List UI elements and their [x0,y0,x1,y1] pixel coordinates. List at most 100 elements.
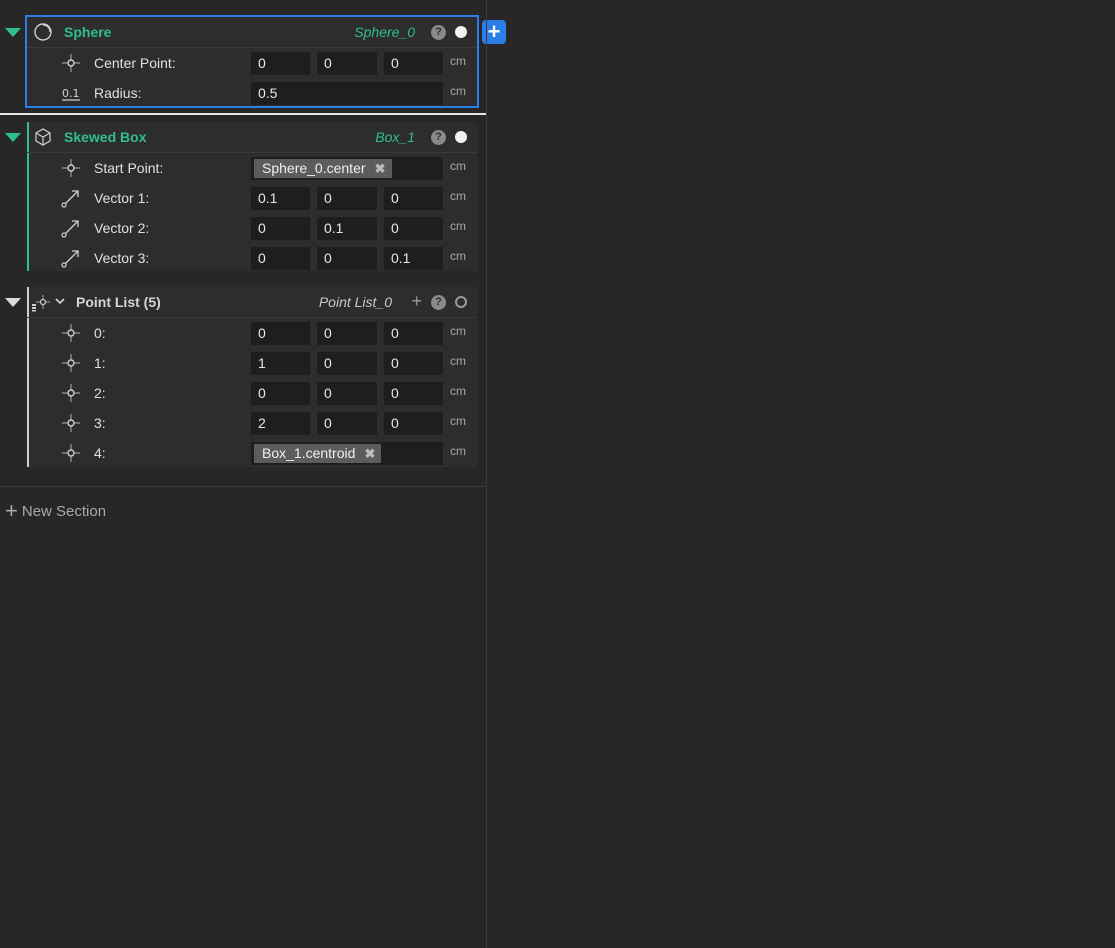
param-row-point-0: 0: 0 0 0 cm [27,318,477,348]
value-input-z[interactable]: 0 [384,187,443,210]
plus-icon: + [5,498,18,523]
point-list-icon [32,295,50,312]
section-skewed-box[interactable]: Skewed Box Box_1 ? Start Point: Sphere_0… [27,122,477,271]
value-input-x[interactable]: 1 [251,352,310,375]
svg-text:0.1: 0.1 [62,87,80,100]
param-row-vector-3: Vector 3: 0 0 0.1 cm [27,243,477,273]
section-id[interactable]: Sphere_0 [354,24,415,40]
add-point-icon[interactable]: + [411,292,422,310]
section-panel: Sphere Sphere_0 ? Center Point: 0 0 0 cm… [0,0,506,948]
value-input-z[interactable]: 0 [384,412,443,435]
remove-reference-icon[interactable]: ✖ [375,159,386,178]
value-input-x[interactable]: 0 [251,217,310,240]
param-row-vector-2: Vector 2: 0 0.1 0 cm [27,213,477,243]
param-row-point-3: 3: 2 0 0 cm [27,408,477,438]
value-input-y[interactable]: 0 [317,322,377,345]
section-header: Sphere Sphere_0 ? [27,17,477,48]
point-icon [62,414,80,432]
reference-input[interactable]: Box_1.centroid ✖ [251,442,443,465]
point-icon [62,384,80,402]
visibility-dot-icon[interactable] [455,26,467,38]
section-header: Point List (5) Point List_0 + ? [27,287,477,318]
value-input-radius[interactable]: 0.5 [251,82,443,105]
param-label: 2: [94,385,106,401]
box-icon [35,128,51,146]
value-input-x[interactable]: 0.1 [251,187,310,210]
point-icon [62,324,80,342]
unit-label[interactable]: cm [450,324,466,338]
section-id[interactable]: Box_1 [375,129,415,145]
insertion-indicator [0,113,486,115]
value-input-x[interactable]: 2 [251,412,310,435]
value-input-x[interactable]: 0 [251,382,310,405]
param-row-radius: 0.1 Radius: 0.5 cm [27,78,477,108]
reference-input[interactable]: Sphere_0.center ✖ [251,157,443,180]
value-input-z[interactable]: 0 [384,382,443,405]
unit-label[interactable]: cm [450,159,466,173]
section-id[interactable]: Point List_0 [319,294,392,310]
unit-label[interactable]: cm [450,54,466,68]
unit-label[interactable]: cm [450,444,466,458]
value-input-x[interactable]: 0 [251,247,310,270]
param-label: Vector 2: [94,220,150,236]
help-icon[interactable]: ? [431,295,446,310]
unit-label[interactable]: cm [450,219,466,233]
section-point-list[interactable]: Point List (5) Point List_0 + ? 0: 0 0 0… [27,287,477,467]
section-title: Skewed Box [64,129,147,145]
chevron-down-icon[interactable] [55,297,65,305]
value-input-x[interactable]: 0 [251,52,310,75]
remove-reference-icon[interactable]: ✖ [365,444,376,463]
value-input-z[interactable]: 0 [384,217,443,240]
vector-icon [61,220,79,238]
value-input-x[interactable]: 0 [251,322,310,345]
param-label: Start Point: [94,160,164,176]
unit-label[interactable]: cm [450,414,466,428]
param-row-point-4: 4: Box_1.centroid ✖ cm [27,438,477,468]
value-input-y[interactable]: 0.1 [317,217,377,240]
point-icon [62,159,80,177]
collapse-point-list-caret-icon[interactable] [5,298,21,307]
help-icon[interactable]: ? [431,25,446,40]
help-icon[interactable]: ? [431,130,446,145]
vector-icon [61,190,79,208]
reference-chip[interactable]: Box_1.centroid ✖ [254,444,382,463]
value-input-z[interactable]: 0 [384,352,443,375]
visibility-dot-icon[interactable] [455,131,467,143]
param-label: 4: [94,445,106,461]
unit-label[interactable]: cm [450,189,466,203]
param-label: Vector 1: [94,190,150,206]
value-input-y[interactable]: 0 [317,352,377,375]
param-row-point-2: 2: 0 0 0 cm [27,378,477,408]
panel-divider[interactable] [486,0,487,948]
sphere-icon [34,23,52,41]
param-row-vector-1: Vector 1: 0.1 0 0 cm [27,183,477,213]
value-input-z[interactable]: 0 [384,52,443,75]
section-header: Skewed Box Box_1 ? [27,122,477,153]
collapse-sphere-caret-icon[interactable] [5,28,21,37]
unit-label[interactable]: cm [450,84,466,98]
param-label: 1: [94,355,106,371]
new-section-label: New Section [21,503,107,520]
unit-label[interactable]: cm [450,354,466,368]
param-label: Center Point: [94,55,176,71]
value-input-y[interactable]: 0 [317,412,377,435]
section-title: Sphere [64,24,112,40]
value-input-z[interactable]: 0 [384,322,443,345]
visibility-ring-icon[interactable] [455,296,467,308]
value-input-y[interactable]: 0 [317,187,377,210]
divider [0,486,486,487]
param-label: 3: [94,415,106,431]
collapse-box-caret-icon[interactable] [5,133,21,142]
point-icon [62,54,80,72]
value-input-z[interactable]: 0.1 [384,247,443,270]
point-icon [62,354,80,372]
unit-label[interactable]: cm [450,384,466,398]
param-label: Radius: [94,85,142,101]
value-input-y[interactable]: 0 [317,247,377,270]
section-sphere[interactable]: Sphere Sphere_0 ? Center Point: 0 0 0 cm… [25,15,479,108]
value-input-y[interactable]: 0 [317,382,377,405]
new-section-button[interactable]: + New Section [5,498,106,524]
unit-label[interactable]: cm [450,249,466,263]
value-input-y[interactable]: 0 [317,52,377,75]
reference-chip[interactable]: Sphere_0.center ✖ [254,159,392,178]
